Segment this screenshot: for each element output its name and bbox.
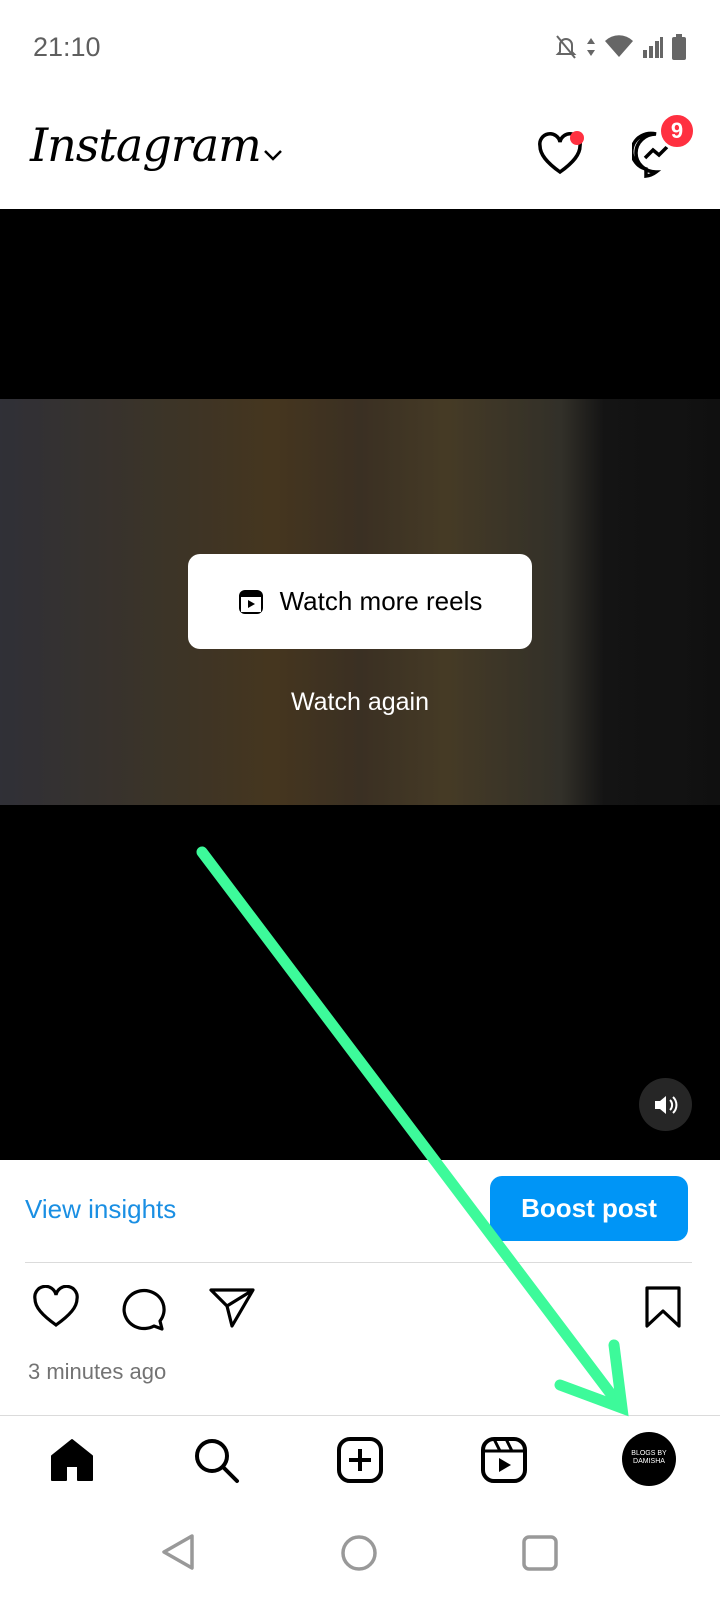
search-icon[interactable] [192, 1436, 240, 1484]
profile-avatar[interactable]: BLOGS BY DAMISHA [622, 1432, 676, 1486]
data-arrows-icon [587, 38, 595, 56]
battery-icon [672, 34, 686, 60]
share-icon[interactable] [208, 1286, 256, 1330]
instagram-logo[interactable]: Instagram [30, 118, 262, 172]
status-time: 21:10 [33, 32, 101, 62]
back-nav-icon[interactable] [160, 1532, 196, 1572]
home-nav-icon[interactable] [340, 1534, 378, 1572]
signal-icon [643, 37, 663, 58]
view-insights-link[interactable]: View insights [25, 1194, 176, 1225]
comment-icon[interactable] [120, 1285, 168, 1331]
watch-more-label: Watch more reels [279, 586, 483, 616]
like-icon[interactable] [32, 1285, 80, 1329]
speaker-icon [654, 1095, 677, 1114]
status-icons [554, 34, 686, 60]
nav-divider [0, 1415, 720, 1416]
volume-button[interactable] [639, 1078, 692, 1131]
bell-off-icon [555, 35, 577, 59]
chevron-down-icon[interactable] [262, 148, 284, 162]
divider [25, 1262, 692, 1263]
boost-post-button[interactable]: Boost post [490, 1176, 688, 1241]
save-bookmark-icon[interactable] [644, 1285, 682, 1329]
wifi-icon [605, 35, 633, 57]
watch-more-reels-button[interactable]: Watch more reels [188, 554, 532, 649]
watch-again-button[interactable]: Watch again [0, 688, 720, 717]
home-icon[interactable] [48, 1436, 96, 1484]
reels-nav-icon[interactable] [480, 1436, 528, 1484]
post-timestamp: 3 minutes ago [28, 1359, 167, 1384]
create-icon[interactable] [336, 1436, 384, 1484]
messenger-badge: 9 [658, 112, 696, 150]
reels-icon [238, 589, 263, 614]
recents-nav-icon[interactable] [522, 1535, 558, 1571]
heart-notifications-icon[interactable] [536, 130, 588, 178]
